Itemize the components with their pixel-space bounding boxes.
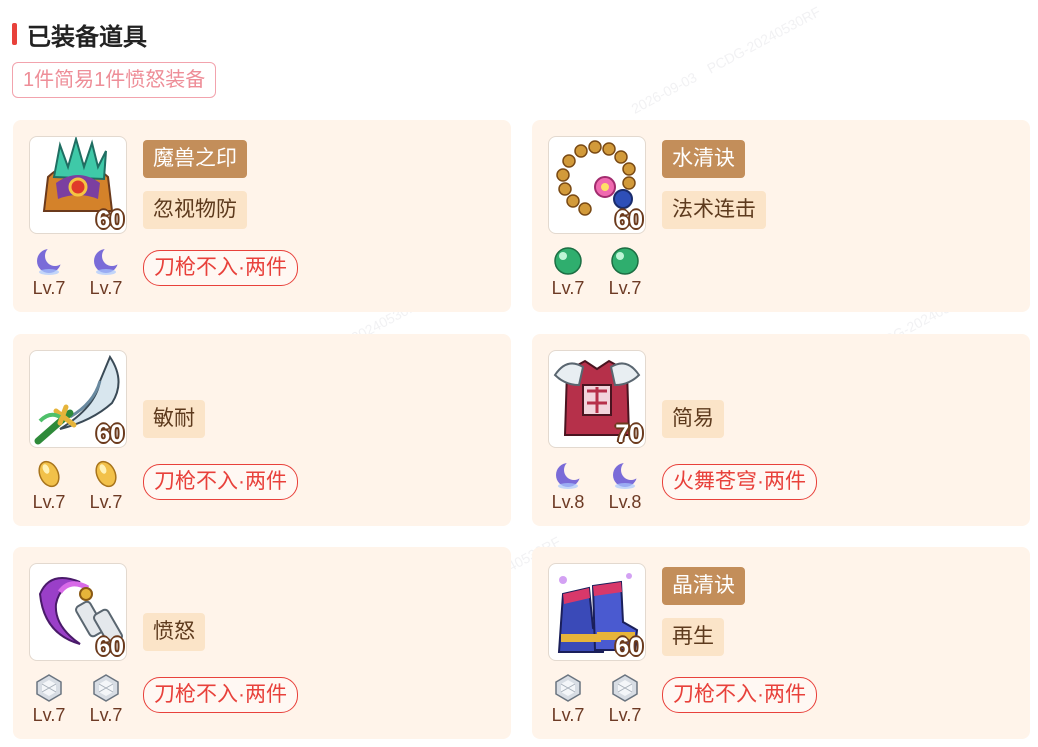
- yellow-gem-icon: [95, 460, 117, 488]
- item-level: 60: [615, 633, 643, 661]
- accent-bar: [12, 23, 17, 45]
- moon-gem-icon: [94, 246, 122, 275]
- item-level: 60: [615, 206, 643, 234]
- equipment-thumbnail[interactable]: 60: [29, 350, 127, 448]
- equipment-card-boots[interactable]: 60 晶清诀 再生 Lv.7 Lv.7 刀枪不入·两件: [532, 547, 1030, 739]
- gem-level: Lv.7: [89, 705, 123, 725]
- equipment-summary-badge: 1件简易1件愤怒装备: [12, 62, 217, 98]
- white-gem-icon: [612, 674, 638, 702]
- equipment-card-necklace[interactable]: 60 水清诀 法术连击 Lv.7 Lv.7: [532, 120, 1030, 312]
- suit-set-badge[interactable]: 刀枪不入·两件: [662, 677, 817, 713]
- item-level: 60: [96, 206, 124, 234]
- gem-slot[interactable]: Lv.7: [546, 672, 590, 725]
- gem-level: Lv.7: [551, 278, 585, 298]
- gem-slot[interactable]: Lv.7: [603, 245, 647, 298]
- gem-level: Lv.7: [551, 705, 585, 725]
- equipment-thumbnail[interactable]: 60: [29, 563, 127, 661]
- gem-slot[interactable]: Lv.7: [27, 245, 71, 298]
- green-orb-gem-icon: [611, 247, 639, 275]
- item-effect-tag: 再生: [662, 618, 724, 656]
- gem-slot[interactable]: Lv.7: [546, 245, 590, 298]
- gem-level: Lv.7: [89, 492, 123, 512]
- gem-level: Lv.7: [608, 278, 642, 298]
- gem-level: Lv.7: [32, 705, 66, 725]
- item-level: 60: [96, 633, 124, 661]
- item-effect-tag: 简易: [662, 400, 724, 438]
- equipment-thumbnail[interactable]: 70: [548, 350, 646, 448]
- suit-set-badge[interactable]: 火舞苍穹·两件: [662, 464, 817, 500]
- item-effect-tag: 愤怒: [143, 613, 205, 651]
- gem-slot[interactable]: Lv.8: [546, 459, 590, 512]
- equipment-card-helmet[interactable]: 60 魔兽之印 忽视物防 Lv.7 Lv.7 刀枪不入·两件: [13, 120, 511, 312]
- gem-slot[interactable]: Lv.8: [603, 459, 647, 512]
- gem-level: Lv.7: [32, 278, 66, 298]
- watermark: 2026-09-03 PCDG-20240530RF: [628, 3, 824, 117]
- suit-set-badge[interactable]: 刀枪不入·两件: [143, 250, 298, 286]
- section-header: 已装备道具: [12, 18, 147, 51]
- white-gem-icon: [36, 674, 62, 702]
- gem-level: Lv.7: [608, 705, 642, 725]
- item-effect-tag: 忽视物防: [143, 191, 247, 229]
- gem-slot[interactable]: Lv.7: [603, 672, 647, 725]
- gem-level: Lv.8: [608, 492, 642, 512]
- suit-set-badge[interactable]: 刀枪不入·两件: [143, 464, 298, 500]
- equipment-card-armor[interactable]: 70 简易 Lv.8 Lv.8 火舞苍穹·两件: [532, 334, 1030, 526]
- suit-set-badge[interactable]: 刀枪不入·两件: [143, 677, 298, 713]
- equipment-thumbnail[interactable]: 60: [548, 136, 646, 234]
- item-effect-tag: 敏耐: [143, 400, 205, 438]
- item-name-tag: 水清诀: [662, 140, 745, 178]
- item-level: 70: [615, 420, 643, 448]
- section-title: 已装备道具: [27, 23, 147, 51]
- moon-gem-icon: [556, 460, 584, 489]
- moon-gem-icon: [37, 246, 65, 275]
- white-gem-icon: [555, 674, 581, 702]
- equipment-thumbnail[interactable]: 60: [548, 563, 646, 661]
- gem-level: Lv.7: [32, 492, 66, 512]
- gem-slot[interactable]: Lv.7: [84, 459, 128, 512]
- item-name-tag: 魔兽之印: [143, 140, 247, 178]
- item-level: 60: [96, 420, 124, 448]
- white-gem-icon: [93, 674, 119, 702]
- yellow-gem-icon: [38, 460, 60, 488]
- item-effect-tag: 法术连击: [662, 191, 766, 229]
- gem-slot[interactable]: Lv.7: [84, 245, 128, 298]
- equipment-card-belt[interactable]: 60 愤怒 Lv.7 Lv.7 刀枪不入·两件: [13, 547, 511, 739]
- green-orb-gem-icon: [554, 247, 582, 275]
- gem-slot[interactable]: Lv.7: [84, 672, 128, 725]
- gem-slot[interactable]: Lv.7: [27, 672, 71, 725]
- moon-gem-icon: [613, 460, 641, 489]
- equipment-thumbnail[interactable]: 60: [29, 136, 127, 234]
- equipment-card-sword[interactable]: 60 敏耐 Lv.7 Lv.7 刀枪不入·两件: [13, 334, 511, 526]
- item-name-tag: 晶清诀: [662, 567, 745, 605]
- gem-level: Lv.8: [551, 492, 585, 512]
- gem-level: Lv.7: [89, 278, 123, 298]
- gem-slot[interactable]: Lv.7: [27, 459, 71, 512]
